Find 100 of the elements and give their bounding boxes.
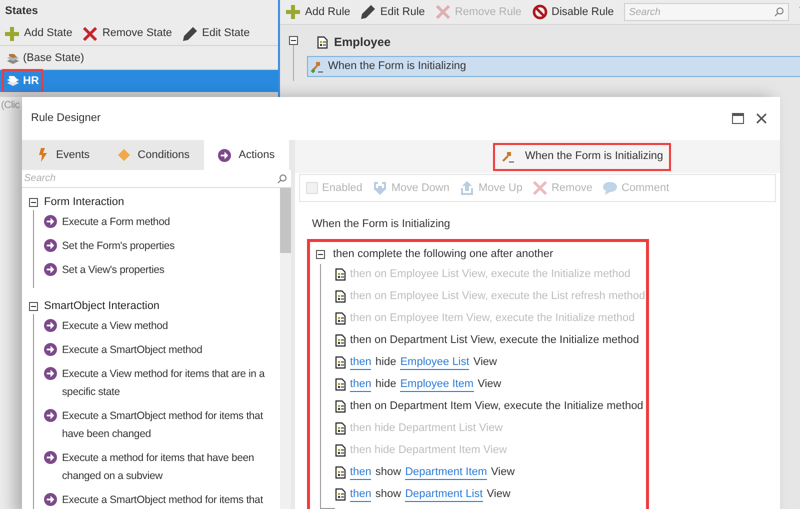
link[interactable]: then (350, 466, 372, 480)
arrow-circle-icon (44, 409, 57, 422)
group-label[interactable]: then complete the following one after another (333, 246, 554, 263)
toolbar-button[interactable]: Edit Rule (360, 4, 425, 20)
stack-icon (6, 74, 20, 88)
link[interactable]: Employee List (400, 356, 470, 370)
search-icon (774, 7, 784, 17)
close-icon (532, 180, 548, 196)
close-icon (82, 26, 98, 42)
document-icon (335, 356, 346, 369)
document-icon (335, 268, 346, 281)
document-icon (335, 466, 346, 479)
plus-icon (285, 4, 301, 20)
toolbar-button[interactable]: Disable Rule (532, 4, 614, 20)
link[interactable]: Department Item (405, 466, 488, 480)
action-item[interactable]: Execute a View method (62, 317, 280, 335)
state-label: HR (23, 74, 39, 89)
arrow-circle-icon (44, 493, 57, 506)
scrollbar[interactable] (280, 188, 291, 509)
toolbar-button[interactable]: Edit State (182, 25, 250, 42)
step-text: then on Employee List View, execute the Initialize method (350, 267, 630, 282)
rule-row[interactable]: When the Form is Initializing (307, 56, 800, 77)
comment-icon (602, 180, 618, 196)
stack-icon (6, 52, 20, 66)
toolbar-button[interactable]: Add State (4, 25, 72, 42)
action-item[interactable]: Execute a View method for items that are in a specific state (62, 365, 280, 401)
move-down-icon (372, 180, 388, 196)
document-icon (335, 378, 346, 391)
link[interactable]: then (350, 488, 372, 502)
arrow-circle-icon (44, 215, 57, 228)
move-up-icon (459, 180, 476, 196)
step-text: then on Employee List View, execute the List refresh method (350, 289, 646, 304)
step-text: View (486, 487, 510, 502)
arrow-circle-icon (44, 343, 57, 356)
document-icon (335, 290, 346, 303)
link[interactable]: Department List (405, 488, 483, 502)
group-label[interactable]: SmartObject Interaction (44, 298, 160, 314)
tab[interactable]: Actions (204, 140, 289, 170)
action-item[interactable]: Set the Form's properties (62, 237, 280, 255)
close-icon (434, 4, 451, 20)
arrow-circle-icon (218, 148, 231, 162)
event-text: When the Form is Initializing (311, 217, 452, 232)
document-icon (335, 488, 346, 501)
toolbar-button[interactable]: Add Rule (285, 4, 350, 20)
step-text: hide (375, 377, 396, 392)
gavel-icon (310, 60, 324, 74)
step-text: show (375, 465, 402, 480)
hint-text: (Clic (0, 99, 20, 113)
group-label[interactable]: Form Interaction (44, 194, 124, 210)
search-field[interactable]: Search (624, 3, 789, 21)
collapse-toggle[interactable] (29, 302, 38, 310)
arrow-circle-icon (44, 263, 57, 276)
arrow-circle-icon (44, 319, 57, 332)
plus-icon (4, 26, 20, 42)
step-text: then hide Department Item View (350, 443, 507, 458)
step-text: then on Department Item View, execute the Initialize method (350, 399, 644, 414)
state-label: (Base State) (23, 51, 84, 66)
document-icon (335, 422, 346, 435)
arrow-circle-icon (44, 239, 57, 252)
step-text: View (491, 465, 515, 480)
step-text: hide (375, 355, 396, 370)
pencil-icon (360, 4, 376, 20)
action-item[interactable]: Execute a SmartObject method (62, 341, 280, 359)
step-text: View (473, 355, 497, 370)
dialog-title: Rule Designer (31, 111, 101, 126)
step-text: then on Employee Item View, execute the Initialize method (350, 311, 635, 326)
collapse-toggle[interactable] (316, 250, 325, 259)
action-item[interactable]: Execute a SmartObject method for items that have been changed (62, 407, 280, 443)
step-text: then on Department List View, execute the Initialize method (350, 333, 640, 348)
toolbar-button[interactable]: Remove State (82, 25, 172, 42)
collapse-toggle[interactable] (29, 198, 38, 206)
collapse-toggle[interactable] (289, 36, 298, 45)
arrow-circle-icon (44, 367, 57, 380)
action-item[interactable]: Execute a SmartObject method for items that (62, 491, 280, 509)
document-icon (335, 400, 346, 413)
pencil-icon (182, 26, 198, 42)
action-item[interactable]: Set a View's properties (62, 261, 280, 279)
lightning-icon (38, 148, 48, 162)
link[interactable]: Employee Item (400, 378, 474, 392)
search-icon (277, 174, 287, 184)
document-icon (335, 312, 346, 325)
maximize-icon[interactable] (732, 113, 744, 124)
diamond-icon (118, 149, 130, 161)
document-icon (317, 36, 328, 48)
search-field[interactable]: Search (22, 170, 291, 188)
state-item[interactable]: HR (0, 70, 278, 92)
panel-title: States (4, 4, 40, 19)
document-icon (335, 444, 346, 457)
block-icon (532, 4, 548, 20)
arrow-circle-icon (44, 451, 57, 464)
gavel-icon (501, 150, 515, 164)
action-item[interactable]: Execute a Form method (62, 213, 280, 231)
link[interactable]: then (350, 356, 372, 370)
close-icon[interactable] (756, 113, 767, 124)
tree-label[interactable]: Employee (334, 33, 391, 51)
step-text: View (478, 377, 502, 392)
link[interactable]: then (350, 378, 372, 392)
action-item[interactable]: Execute a method for items that have been changed on a subview (62, 449, 280, 485)
step-text: show (375, 487, 402, 502)
rule-heading: When the Form is Initializing (525, 149, 664, 164)
